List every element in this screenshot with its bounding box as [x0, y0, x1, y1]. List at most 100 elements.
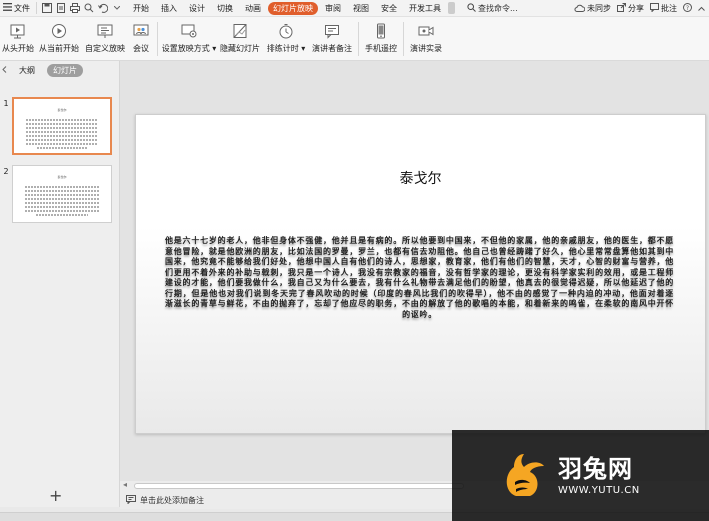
tab-view[interactable]: 视图	[348, 2, 374, 15]
speaker-notes-icon	[323, 22, 341, 39]
meeting-icon	[132, 22, 150, 39]
speaker-notes-label: 演讲者备注	[312, 44, 352, 53]
scroll-left-icon[interactable]: ◂	[123, 480, 127, 489]
speaker-notes-button[interactable]: 演讲者备注	[309, 17, 355, 61]
watermark-name: 羽兔网	[558, 454, 633, 483]
slide-title[interactable]: 泰戈尔	[136, 168, 705, 188]
slide-thumbnail-row: 1 泰戈尔	[0, 97, 112, 155]
tab-review[interactable]: 审阅	[320, 2, 346, 15]
notes-icon	[126, 494, 136, 506]
file-menu[interactable]: 文件	[0, 3, 36, 14]
tab-insert[interactable]: 插入	[156, 2, 182, 15]
thumbnail-title: 泰戈尔	[57, 175, 67, 179]
slide-number: 1	[3, 99, 9, 108]
ribbon: 从头开始 从当前开始 自定义放映 会议 设置放映方式 ▾ 隐藏幻灯片 排练计时 …	[0, 17, 709, 61]
phone-remote-label: 手机遥控	[365, 44, 397, 53]
hamburger-icon	[3, 3, 12, 13]
tab-developer[interactable]: 开发工具	[404, 2, 446, 15]
tabs-more-icon[interactable]	[448, 2, 455, 14]
play-from-current-button[interactable]: 从当前开始	[36, 17, 82, 61]
menubar-right: 未同步 分享 批注 ?	[574, 0, 705, 17]
quick-access-toolbar	[36, 2, 126, 14]
command-search[interactable]: 查找命令...	[467, 2, 518, 14]
custom-show-label: 自定义放映	[85, 44, 125, 53]
thumbnail-title: 泰戈尔	[57, 108, 67, 112]
thumbnail-text-lines	[25, 186, 99, 216]
thumbnail-text-lines	[26, 119, 98, 149]
sync-status[interactable]: 未同步	[574, 3, 611, 14]
rehearse-timing-icon	[277, 22, 295, 39]
slide-canvas[interactable]: 泰戈尔 他是六十七岁的老人，他非但身体不强健，他并且是有病的。所以他要到中国来，…	[135, 114, 706, 434]
file-menu-label: 文件	[14, 3, 30, 13]
meeting-button[interactable]: 会议	[128, 17, 154, 61]
print-preview-icon[interactable]	[83, 3, 94, 14]
custom-show-button[interactable]: 自定义放映	[82, 17, 128, 61]
slide-body-text[interactable]: 他是六十七岁的老人，他非但身体不强健，他并且是有病的。所以他要到中国来，不但他的…	[165, 236, 674, 320]
ribbon-separator	[157, 22, 158, 56]
record-button[interactable]: 演讲实录	[407, 17, 445, 61]
scrollbar-thumb[interactable]	[134, 483, 464, 489]
rehearse-timing-label: 排练计时 ▾	[266, 44, 306, 53]
save-icon[interactable]	[41, 3, 52, 14]
phone-remote-button[interactable]: 手机遥控	[362, 17, 400, 61]
setup-show-button[interactable]: 设置放映方式 ▾	[161, 17, 217, 61]
hide-slide-button[interactable]: 隐藏幻灯片	[217, 17, 263, 61]
slide-thumbnail-row: 2 泰戈尔	[0, 165, 112, 223]
tab-slideshow[interactable]: 幻灯片放映	[268, 1, 318, 15]
ribbon-separator	[403, 22, 404, 56]
rehearse-timing-button[interactable]: 排练计时 ▾	[263, 17, 309, 61]
tab-animation[interactable]: 动画	[240, 2, 266, 15]
collapse-ribbon-icon[interactable]	[698, 4, 705, 13]
watermark-url: WWW.YUTU.CN	[558, 484, 640, 496]
play-from-start-icon	[9, 22, 27, 39]
chevron-left-icon[interactable]	[2, 66, 7, 75]
sync-label: 未同步	[587, 4, 611, 13]
play-from-start-button[interactable]: 从头开始	[0, 17, 36, 61]
print-icon[interactable]	[69, 3, 80, 14]
menu-bar: 文件 开始 插入 设计 切换 动画 幻灯片放映 审阅 视图 安全 开发工具 查找…	[0, 0, 709, 17]
tab-outline[interactable]: 大纲	[13, 64, 41, 77]
tab-design[interactable]: 设计	[184, 2, 210, 15]
watermark-text: 羽兔网 WWW.YUTU.CN	[558, 456, 640, 496]
help-icon[interactable]: ?	[683, 3, 692, 14]
rabbit-logo-icon	[506, 453, 544, 496]
watermark: 羽兔网 WWW.YUTU.CN	[452, 430, 709, 521]
add-slide-button[interactable]: +	[49, 486, 62, 505]
svg-text:?: ?	[686, 5, 689, 12]
tab-start[interactable]: 开始	[128, 2, 154, 15]
tab-transition[interactable]: 切换	[212, 2, 238, 15]
slides-pane: 大纲 幻灯片 1 泰戈尔 2 泰戈尔 +	[0, 61, 120, 507]
play-from-start-label: 从头开始	[2, 44, 34, 53]
undo-icon[interactable]	[97, 3, 108, 14]
share-label: 分享	[628, 4, 644, 13]
hide-slide-label: 隐藏幻灯片	[220, 44, 260, 53]
search-label: 查找命令...	[478, 3, 518, 13]
record-label: 演讲实录	[410, 44, 442, 53]
menu-tabs: 开始 插入 设计 切换 动画 幻灯片放映 审阅 视图 安全 开发工具	[128, 1, 455, 15]
setup-show-icon	[180, 22, 198, 39]
phone-remote-icon	[372, 22, 390, 39]
play-from-current-label: 从当前开始	[39, 44, 79, 53]
play-from-current-icon	[50, 22, 68, 39]
chevron-down-icon[interactable]	[111, 3, 122, 14]
export-pdf-icon[interactable]	[55, 3, 66, 14]
share-icon	[617, 3, 626, 14]
custom-show-icon	[96, 22, 114, 39]
record-icon	[417, 22, 435, 39]
meeting-label: 会议	[133, 44, 149, 53]
slide-number: 2	[3, 167, 9, 176]
slide-editor: 泰戈尔 他是六十七岁的老人，他非但身体不强健，他并且是有病的。所以他要到中国来，…	[120, 61, 709, 491]
tab-security[interactable]: 安全	[376, 2, 402, 15]
notes-placeholder: 单击此处添加备注	[140, 495, 204, 505]
ribbon-separator	[358, 22, 359, 56]
share-button[interactable]: 分享	[617, 3, 644, 14]
setup-show-label: 设置放映方式 ▾	[161, 44, 217, 53]
slide-thumbnail[interactable]: 泰戈尔	[12, 97, 112, 155]
search-icon	[467, 2, 476, 14]
pane-tabs: 大纲 幻灯片	[0, 61, 119, 80]
cloud-icon	[574, 4, 586, 14]
tab-slides[interactable]: 幻灯片	[47, 64, 83, 77]
slide-thumbnail[interactable]: 泰戈尔	[12, 165, 112, 223]
comment-button[interactable]: 批注	[650, 3, 677, 14]
comment-icon	[650, 3, 659, 14]
